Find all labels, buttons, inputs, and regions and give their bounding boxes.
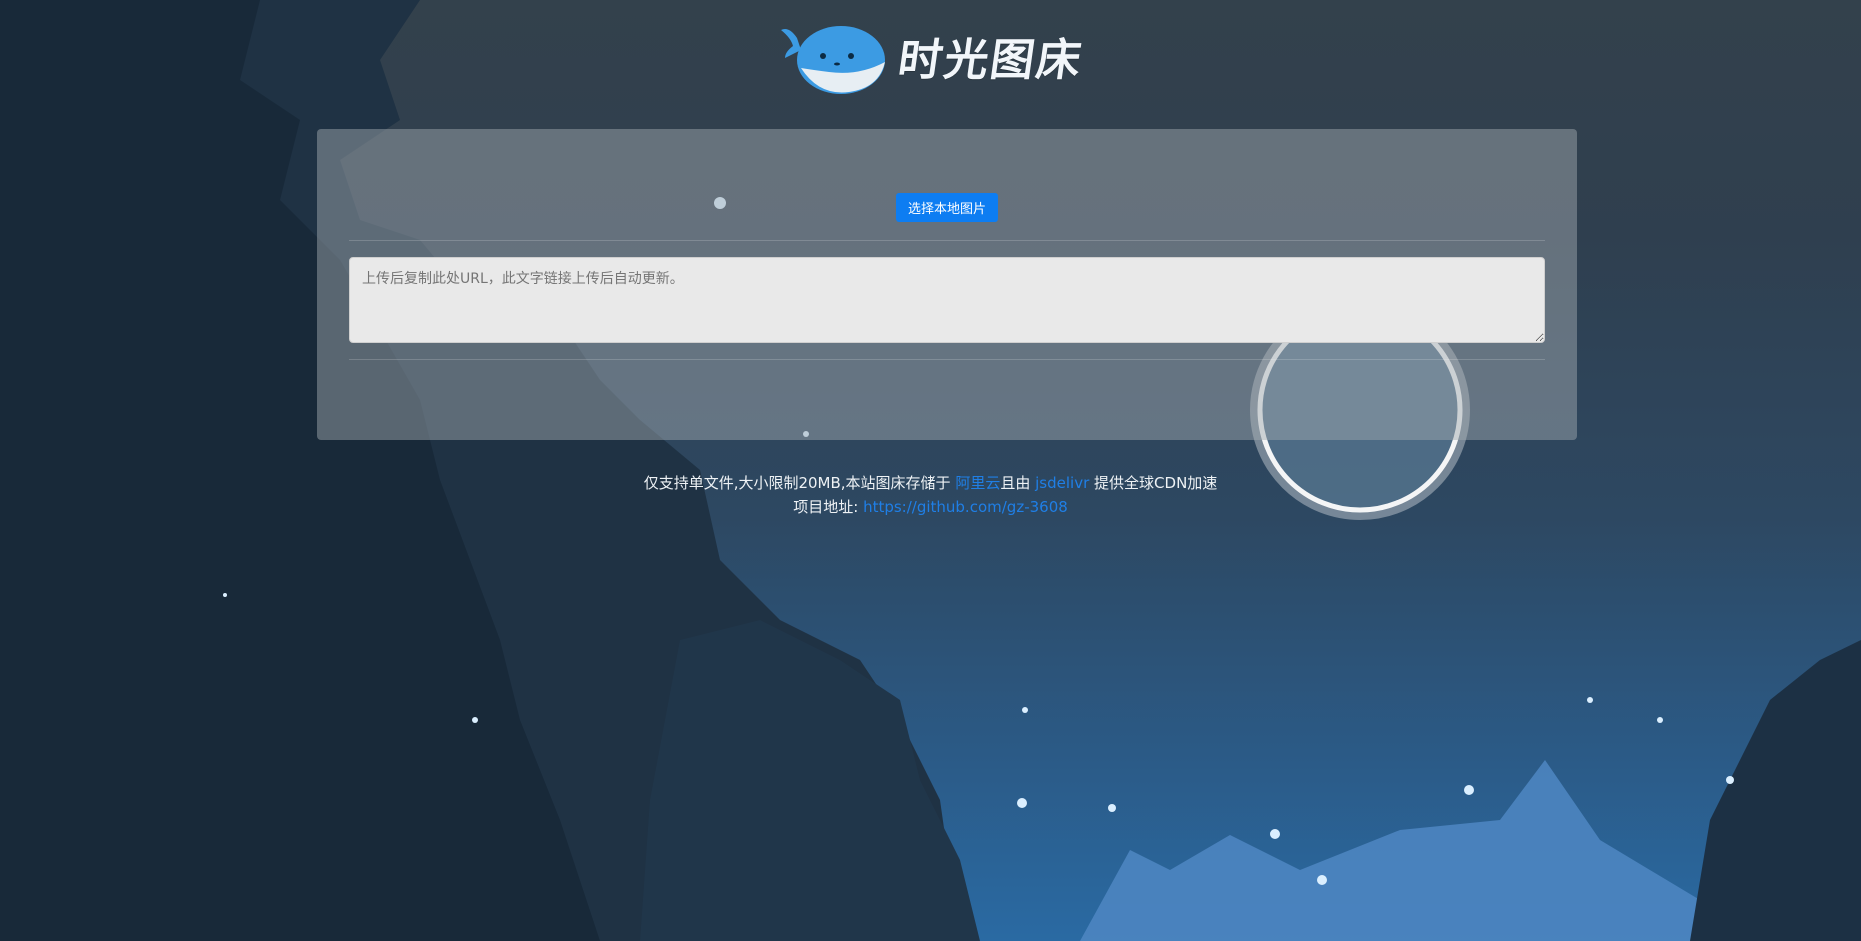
footer-text: 提供全球CDN加速: [1094, 474, 1218, 492]
footer-line-1: 仅支持单文件,大小限制20MB,本站图床存储于 阿里云且由 jsdelivr 提…: [0, 471, 1861, 495]
cdn-provider-link[interactable]: jsdelivr: [1035, 474, 1089, 492]
footer-line-2: 项目地址: https://github.com/gz-3608: [0, 495, 1861, 519]
storage-provider-link[interactable]: 阿里云: [955, 474, 1000, 492]
divider: [349, 359, 1545, 360]
footer-text: 且由: [1000, 474, 1031, 492]
footer-text: 项目地址:: [793, 498, 859, 516]
footer-info: 仅支持单文件,大小限制20MB,本站图床存储于 阿里云且由 jsdelivr 提…: [0, 471, 1861, 519]
site-logo-text: 时光图床: [894, 35, 1086, 86]
choose-local-image-button[interactable]: 选择本地图片: [896, 193, 998, 222]
whale-logo-icon: [780, 26, 885, 94]
footer-text: 仅支持单文件,大小限制20MB,本站图床存储于: [643, 474, 951, 492]
upload-panel: 选择本地图片: [317, 129, 1577, 440]
site-header: 时光图床: [0, 16, 1861, 96]
project-github-link[interactable]: https://github.com/gz-3608: [863, 498, 1068, 516]
image-url-textarea[interactable]: [349, 257, 1545, 343]
divider: [349, 240, 1545, 241]
